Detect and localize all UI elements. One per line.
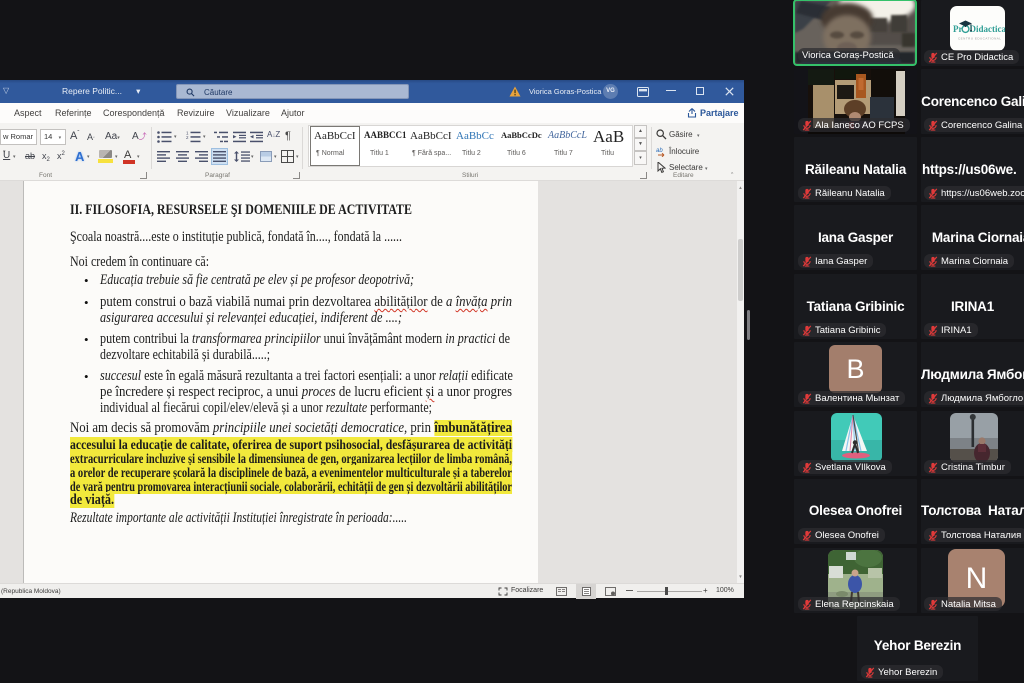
svg-text:2: 2 <box>186 135 189 140</box>
svg-text:CENTRU EDUCATIONAL: CENTRU EDUCATIONAL <box>958 37 1001 41</box>
svg-text:Pr: Pr <box>953 24 963 34</box>
svg-text:Didactica: Didactica <box>970 24 1006 34</box>
